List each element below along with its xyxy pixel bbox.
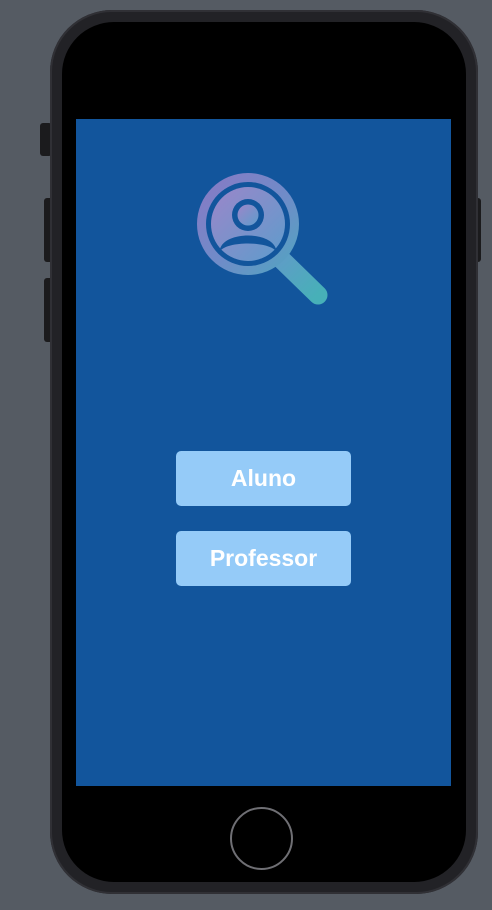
home-button[interactable]: [230, 807, 293, 870]
professor-button[interactable]: Professor: [176, 531, 351, 586]
aluno-button[interactable]: Aluno: [176, 451, 351, 506]
simulator-stage: Aluno Professor: [0, 0, 492, 910]
person-search-icon: [197, 173, 328, 305]
app-screen: Aluno Professor: [76, 119, 451, 786]
